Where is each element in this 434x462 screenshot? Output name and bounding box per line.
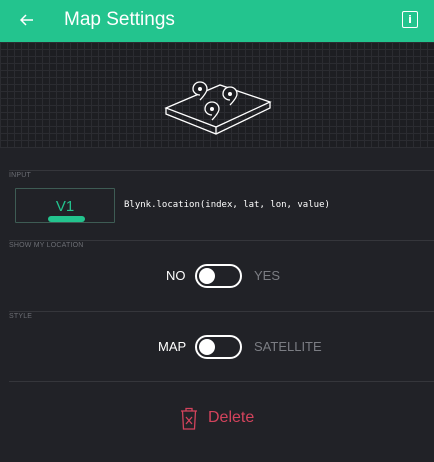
app-header: Map Settings i [0,0,434,42]
divider [9,311,434,312]
widget-banner [0,42,434,148]
back-button[interactable] [16,9,38,31]
style-on-label: SATELLITE [254,339,322,354]
pin-selector[interactable]: V1 [15,188,115,223]
delete-button[interactable]: Delete [180,405,254,431]
delete-label: Delete [208,409,255,426]
show-location-toggle[interactable] [195,264,242,288]
style-section-label: STYLE [9,313,33,320]
page-title: Map Settings [64,9,175,30]
style-toggle[interactable] [195,335,242,359]
input-section-label: INPUT [9,172,31,179]
show-location-off-label: NO [166,268,186,283]
divider [9,170,434,171]
code-hint: Blynk.location(index, lat, lon, value) [124,200,330,210]
toggle-knob [199,268,215,284]
arrow-left-icon [20,14,33,26]
info-button[interactable]: i [402,11,418,28]
show-location-on-label: YES [254,268,281,283]
divider [9,240,434,241]
pin-underline [48,216,85,222]
show-location-section-label: SHOW MY LOCATION [9,242,84,249]
map-pins-icon [164,81,272,135]
toggle-knob [199,339,215,355]
info-icon: i [408,13,412,26]
trash-icon [181,407,197,430]
divider [9,381,434,382]
pin-value: V1 [55,198,75,215]
style-off-label: MAP [158,339,187,354]
